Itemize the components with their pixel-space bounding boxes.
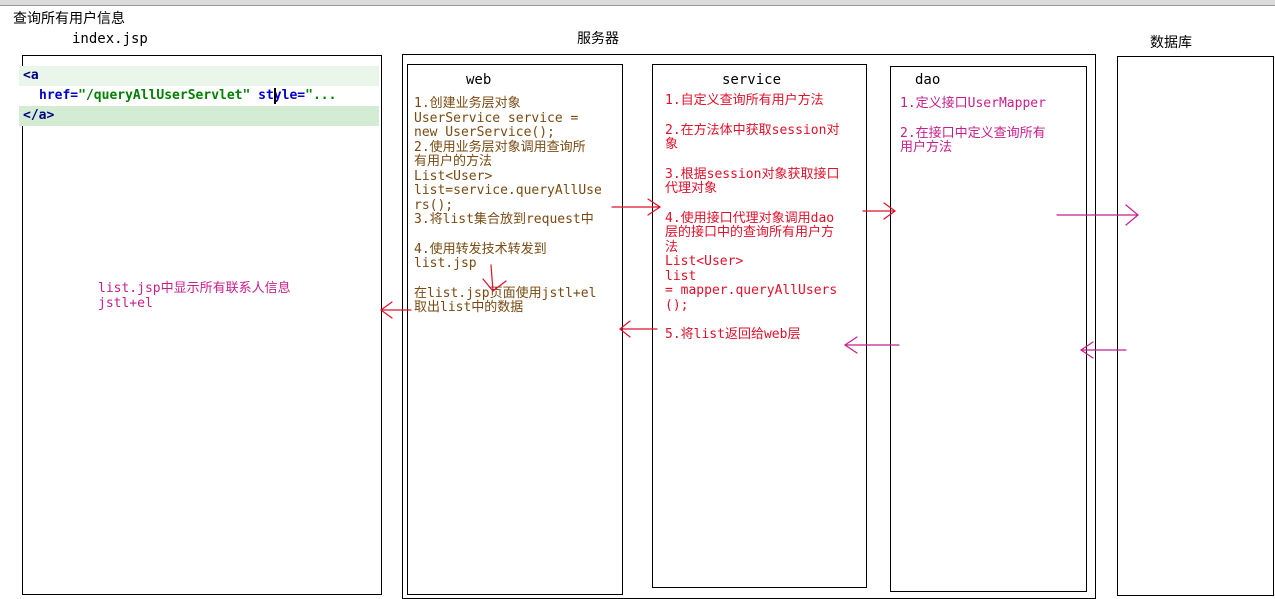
arrow-dao-to-service [843,336,900,354]
arrow-web-to-jsp [379,301,412,319]
arrow-forward-down [482,264,507,292]
arrow-database-to-dao [1079,341,1127,359]
arrow-dao-to-database [1056,204,1139,226]
arrow-service-to-web [619,320,658,338]
flow-arrows [379,198,1139,359]
arrow-service-to-dao [862,202,897,220]
arrow-web-to-service [611,198,662,216]
